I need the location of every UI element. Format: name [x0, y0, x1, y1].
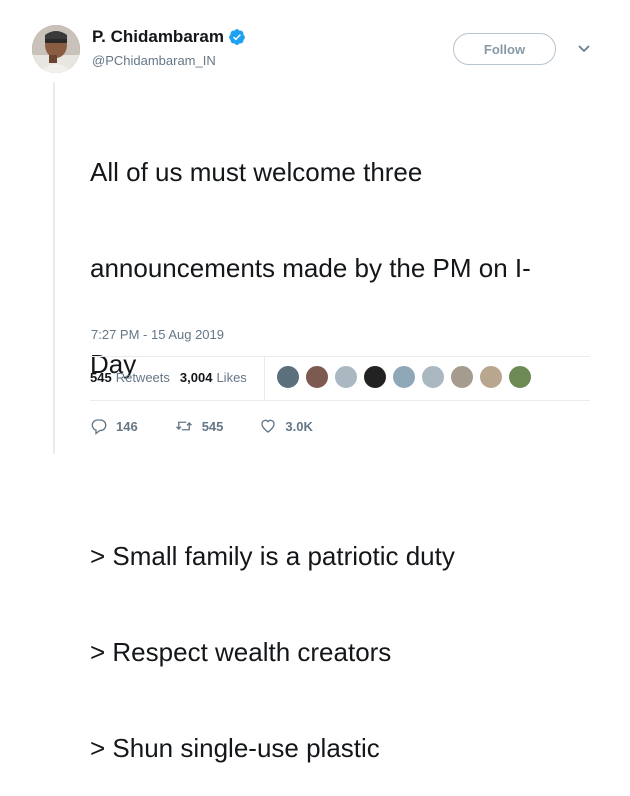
liker-avatar[interactable] [305, 365, 329, 389]
liker-avatar[interactable] [334, 365, 358, 389]
retweet-icon [175, 421, 192, 431]
avatar-image [32, 25, 80, 73]
stats-separator [264, 357, 265, 401]
tweet-actions: 146 545 3.0K [90, 417, 349, 435]
retweet-count: 545 [201, 418, 224, 434]
liker-avatar[interactable] [450, 365, 474, 389]
verified-badge-icon [228, 28, 246, 46]
tweet-line: > Small family is a patriotic duty [90, 541, 455, 571]
avatar[interactable] [32, 25, 80, 73]
tweet-text: All of us must welcome three announcemen… [90, 92, 590, 796]
thread-line [53, 82, 55, 454]
tweet-line: All of us must welcome three [90, 157, 423, 187]
tweet-line: announcements made by the PM on I- [90, 253, 531, 283]
likes-stat-label: Likes [216, 370, 247, 385]
tweet-line: > Shun single-use plastic [90, 733, 380, 763]
liker-avatar[interactable] [363, 365, 387, 389]
retweets-stat-count: 545 [90, 370, 112, 385]
user-display-name[interactable]: P. Chidambaram [92, 27, 224, 47]
tweet-line: > Respect wealth creators [90, 637, 392, 667]
divider [90, 400, 590, 401]
liker-avatar[interactable] [421, 365, 445, 389]
reply-button[interactable]: 146 [90, 417, 138, 435]
reply-icon [91, 419, 107, 435]
tweet-line [90, 444, 590, 476]
retweets-stat-label: Retweets [115, 370, 170, 385]
liker-avatar[interactable] [479, 365, 503, 389]
retweets-stat[interactable]: 545 Retweets [90, 370, 170, 385]
divider [90, 356, 590, 357]
likes-stat[interactable]: 3,004 Likes [180, 370, 247, 385]
user-display-name-row[interactable]: P. Chidambaram [92, 27, 246, 47]
reply-count: 146 [116, 418, 138, 434]
like-button[interactable]: 3.0K [259, 417, 313, 435]
chevron-down-icon[interactable] [576, 42, 592, 56]
user-handle[interactable]: @PChidambaram_IN [92, 53, 216, 68]
likes-stat-count: 3,004 [179, 370, 213, 385]
liker-avatar[interactable] [392, 365, 416, 389]
retweet-button[interactable]: 545 [174, 417, 224, 435]
liker-avatar[interactable] [508, 365, 532, 389]
engagement-stats: 545 Retweets 3,004 Likes [90, 370, 257, 385]
like-count: 3.0K [285, 418, 313, 434]
like-icon [261, 419, 276, 433]
tweet-timestamp[interactable]: 7:27 PM - 15 Aug 2019 [91, 327, 224, 342]
liker-avatar[interactable] [276, 365, 300, 389]
follow-button[interactable]: Follow [453, 33, 556, 65]
liker-avatars [276, 365, 537, 389]
